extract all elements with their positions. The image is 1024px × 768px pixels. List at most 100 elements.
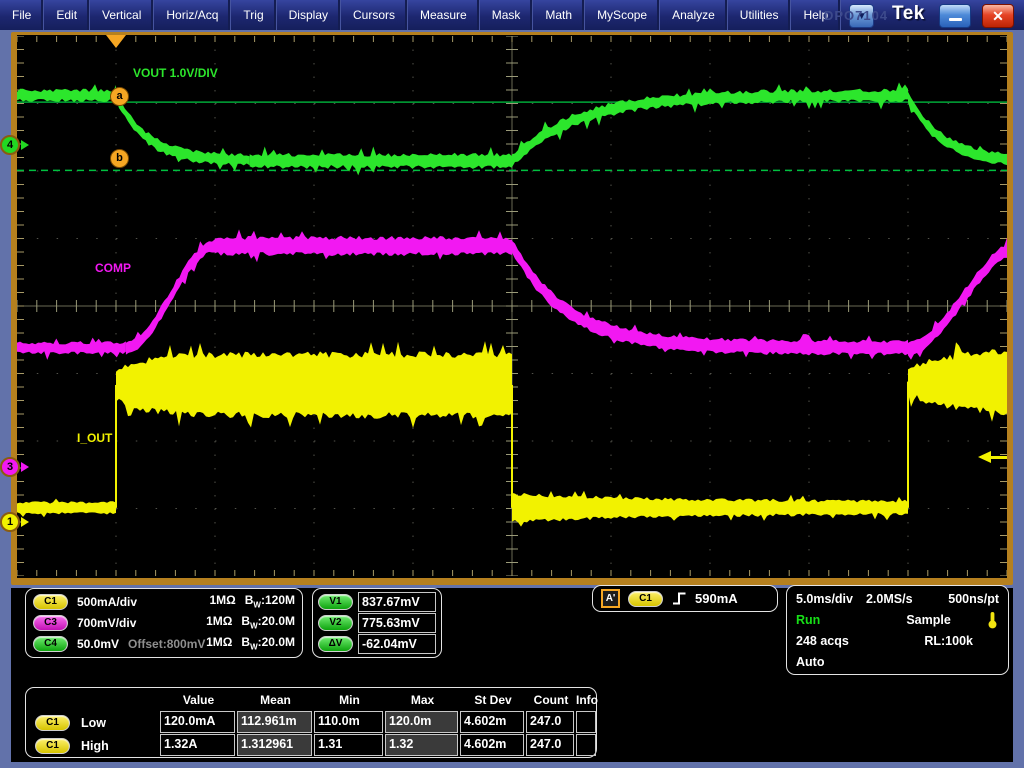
minimize-icon [949,18,962,21]
measurement-table: Value Mean Min Max St Dev Count Info C1 … [30,690,596,757]
channel-1-bandwidth: BW:120M [245,593,295,609]
cursor-v2-row: V2 775.63mV [313,612,441,633]
measurement-source-button[interactable]: C1 [35,715,70,731]
menu-measure[interactable]: Measure [408,0,480,30]
table-cell: 110.0m [314,711,383,733]
graticule-bezel: VOUT 1.0V/DIV COMP I_OUT a b [11,32,1013,585]
table-cell-info [576,734,596,756]
channel-4-bandwidth: BW:20.0M [241,635,295,651]
cursor-dv-button[interactable]: ΔV [318,636,353,652]
cursor-b-handle[interactable]: b [110,149,129,168]
col-header-min: Min [314,690,385,711]
channel-3-scale: 700mV/div [77,616,136,630]
waveform-canvas [17,36,1007,576]
readout-area: C1 500mA/div 1MΩ BW:120M C3 700mV/div 1M… [0,588,1024,762]
menu-cursors[interactable]: Cursors [341,0,408,30]
menu-display[interactable]: Display [277,0,341,30]
cursor-dv-row: ΔV -62.04mV [313,633,441,654]
cursor-v1-button[interactable]: V1 [318,594,353,610]
channel-1-reference-marker[interactable]: 1 [0,512,29,532]
acquisition-count: 248 acqs [796,634,849,648]
iout-trace-label: I_OUT [77,431,112,445]
cursor-a-handle[interactable]: a [110,87,129,106]
record-length: RL:100k [924,634,973,648]
measurement-row-label: C1 High [30,734,160,757]
model-label: DPO7104 [824,8,888,23]
table-cell-info [576,711,596,733]
cursor-readout-panel: V1 837.67mV V2 775.63mV ΔV -62.04mV [312,588,442,658]
channel-4-reference-marker[interactable]: 4 [0,135,29,155]
acquisition-mode: Sample [906,613,950,627]
sample-rate: 2.0MS/s [866,592,913,606]
menu-bar: File Edit Vertical Horiz/Acq Trig Displa… [0,0,1024,30]
channel-4-offset: Offset:800mV [128,637,205,651]
trigger-position-icon[interactable] [106,35,126,48]
channel-1-impedance: 1MΩ [209,593,235,609]
trigger-level-arrow-icon[interactable] [978,451,1007,464]
menu-trig[interactable]: Trig [231,0,276,30]
channel-3-impedance: 1MΩ [206,614,232,630]
channel-1-scale: 500mA/div [77,595,137,609]
thermometer-icon [986,611,999,629]
scope-frame: VOUT 1.0V/DIV COMP I_OUT a b 4 3 1 [0,30,1024,588]
col-header-info: Info [576,690,598,711]
measurement-name: Low [81,716,106,730]
table-cell: 1.32A [160,734,235,756]
menu-analyze[interactable]: Analyze [660,0,728,30]
channel-3-bandwidth: BW:20.0M [241,614,295,630]
frame-strip-right [1013,588,1024,768]
col-header-stdev: St Dev [460,690,526,711]
table-cell: 247.0 [526,734,574,756]
timebase-row-1: 5.0ms/div 2.0MS/s 500ns/pt [787,588,1008,609]
arrow-right-icon [21,517,29,527]
close-button[interactable]: ✕ [982,4,1014,28]
table-cell: 120.0mA [160,711,235,733]
table-cell: 1.31 [314,734,383,756]
menu-edit[interactable]: Edit [44,0,90,30]
menu-math[interactable]: Math [533,0,585,30]
table-cell: 247.0 [526,711,574,733]
menu-mask[interactable]: Mask [480,0,534,30]
trigger-mode-auto: Auto [796,655,824,669]
close-icon: ✕ [992,8,1004,25]
menu-file[interactable]: File [0,0,44,30]
menu-horiz-acq[interactable]: Horiz/Acq [154,0,231,30]
timebase-panel: 5.0ms/div 2.0MS/s 500ns/pt Run Sample 24… [786,585,1009,675]
timebase-row-4: Auto [787,651,1008,672]
col-header-count: Count [526,690,576,711]
table-cell: 4.602m [460,734,524,756]
arrow-right-icon [21,140,29,150]
minimize-button[interactable] [939,4,971,28]
timebase-row-3: 248 acqs RL:100k [787,630,1008,651]
measurement-panel: Value Mean Min Max St Dev Count Info C1 … [25,687,597,758]
measurement-source-button[interactable]: C1 [35,738,70,754]
channel-1-button[interactable]: C1 [33,594,68,610]
scope-application: { "titlebar": { "model": "DPO7104", "log… [0,0,1024,768]
channel-4-button[interactable]: C4 [33,636,68,652]
acquisition-state: Run [796,613,820,627]
menu-utilities[interactable]: Utilities [728,0,792,30]
table-cell: 4.602m [460,711,524,733]
menu-myscope[interactable]: MyScope [585,0,660,30]
measurement-row-label: C1 Low [30,711,160,734]
channel-4-impedance: 1MΩ [206,635,232,651]
channel-settings-panel: C1 500mA/div 1MΩ BW:120M C3 700mV/div 1M… [25,588,303,658]
vout-trace-label: VOUT 1.0V/DIV [133,66,218,80]
timebase-scale: 5.0ms/div [796,592,853,606]
frame-strip-bottom [0,762,1024,768]
channel-3-button[interactable]: C3 [33,615,68,631]
cursor-dv-value: -62.04mV [358,634,436,654]
col-header-max: Max [385,690,460,711]
trigger-mode-badge[interactable]: A' [601,589,620,608]
cursor-v2-button[interactable]: V2 [318,615,353,631]
tek-logo: Tek [892,3,925,25]
cursor-v1-value: 837.67mV [358,592,436,612]
waveform-display[interactable]: VOUT 1.0V/DIV COMP I_OUT a b [17,35,1007,578]
sample-resolution: 500ns/pt [948,592,999,606]
channel-3-reference-marker[interactable]: 3 [0,457,29,477]
col-header-value: Value [160,690,237,711]
trigger-source-button[interactable]: C1 [628,591,663,607]
channel-4-scale: 50.0mV [77,637,119,651]
trigger-level-value: 590mA [695,591,738,606]
menu-vertical[interactable]: Vertical [90,0,154,30]
